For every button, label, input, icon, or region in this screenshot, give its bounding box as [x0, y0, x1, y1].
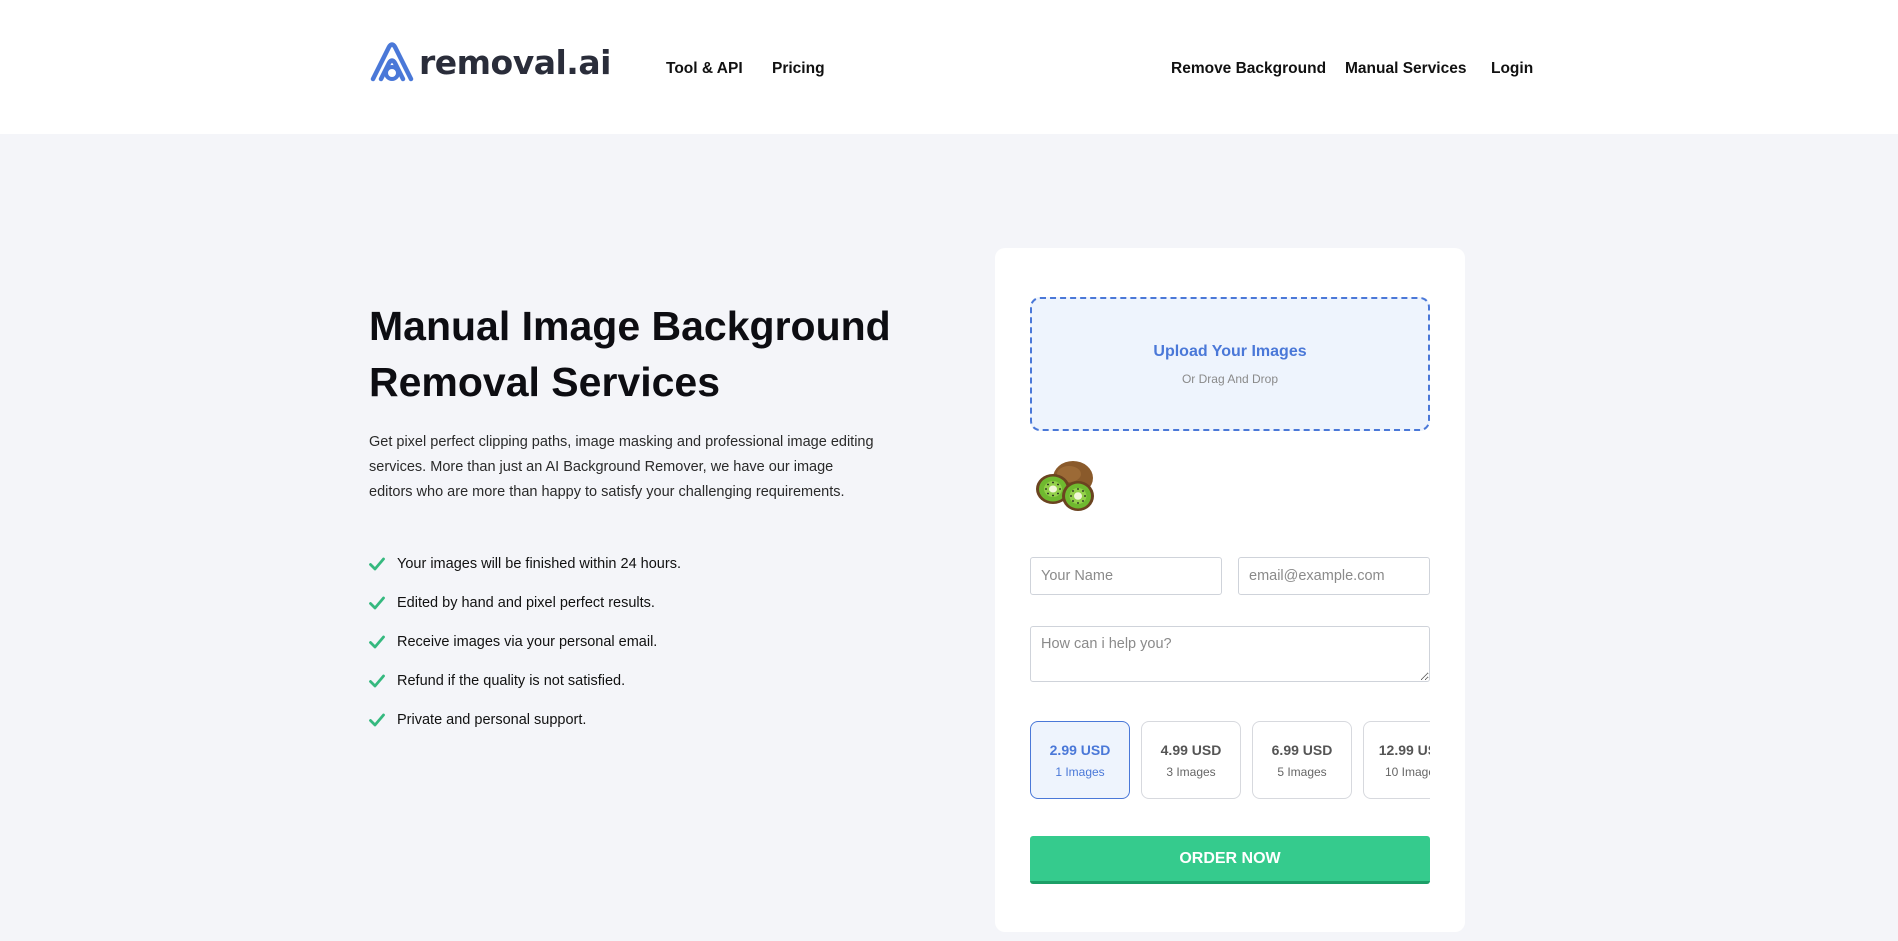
logo-text: removal.ai — [419, 42, 611, 82]
check-icon — [369, 635, 385, 648]
feature-item: Edited by hand and pixel perfect results… — [369, 583, 681, 622]
check-icon — [369, 557, 385, 570]
order-card: Upload Your Images Or Drag And Drop 2.99… — [995, 248, 1465, 932]
check-icon — [369, 713, 385, 726]
package-price: 4.99 USD — [1160, 742, 1222, 758]
site-logo[interactable]: removal.ai — [369, 40, 611, 84]
upload-subtitle: Or Drag And Drop — [1181, 372, 1279, 386]
check-icon — [369, 674, 385, 687]
page-title-line-2: Removal Services — [369, 359, 721, 405]
site-header: removal.ai Tool & API Pricing Remove Bac… — [0, 0, 1898, 134]
feature-item: Refund if the quality is not satisfied. — [369, 661, 681, 700]
feature-text: Receive images via your personal email. — [397, 633, 658, 650]
package-count: 1 Images — [1055, 765, 1105, 779]
hero-description: Get pixel perfect clipping paths, image … — [369, 434, 874, 500]
package-option-10-images[interactable]: 12.99 USD 10 Images — [1363, 721, 1430, 799]
package-count: 5 Images — [1277, 765, 1327, 779]
email-input[interactable] — [1238, 557, 1430, 595]
package-option-3-images[interactable]: 4.99 USD 3 Images — [1141, 721, 1241, 799]
nav-remove-background[interactable]: Remove Background — [1171, 60, 1326, 78]
package-selector: 2.99 USD 1 Images 4.99 USD 3 Images 6.99… — [1030, 721, 1430, 801]
removal-ai-logo-icon — [370, 42, 414, 82]
page-title-line-1: Manual Image Background — [369, 303, 891, 349]
nav-tool-api[interactable]: Tool & API — [666, 60, 743, 78]
message-textarea[interactable] — [1030, 626, 1430, 682]
upload-title: Upload Your Images — [1153, 343, 1307, 360]
upload-dropzone[interactable]: Upload Your Images Or Drag And Drop — [1030, 297, 1430, 431]
feature-item: Your images will be finished within 24 h… — [369, 544, 681, 583]
nav-login[interactable]: Login — [1491, 60, 1533, 78]
check-icon — [369, 596, 385, 609]
feature-text: Your images will be finished within 24 h… — [397, 555, 681, 572]
feature-list: Your images will be finished within 24 h… — [369, 544, 681, 739]
package-option-5-images[interactable]: 6.99 USD 5 Images — [1252, 721, 1352, 799]
package-count: 3 Images — [1166, 765, 1216, 779]
order-now-button[interactable]: ORDER NOW — [1030, 836, 1430, 884]
name-input[interactable] — [1030, 557, 1222, 595]
package-price: 12.99 USD — [1378, 742, 1430, 758]
nav-pricing[interactable]: Pricing — [772, 60, 825, 78]
package-price: 6.99 USD — [1271, 742, 1333, 758]
feature-text: Refund if the quality is not satisfied. — [397, 672, 626, 689]
package-count: 10 Images — [1384, 765, 1430, 779]
page-title: Manual Image Background Removal Services — [369, 298, 929, 410]
feature-text: Edited by hand and pixel perfect results… — [397, 594, 655, 611]
package-price: 2.99 USD — [1049, 742, 1111, 758]
feature-item: Private and personal support. — [369, 700, 681, 739]
nav-manual-services[interactable]: Manual Services — [1345, 60, 1466, 78]
kiwi-image[interactable] — [1031, 456, 1099, 514]
package-option-1-image[interactable]: 2.99 USD 1 Images — [1030, 721, 1130, 799]
feature-item: Receive images via your personal email. — [369, 622, 681, 661]
feature-text: Private and personal support. — [397, 711, 587, 728]
